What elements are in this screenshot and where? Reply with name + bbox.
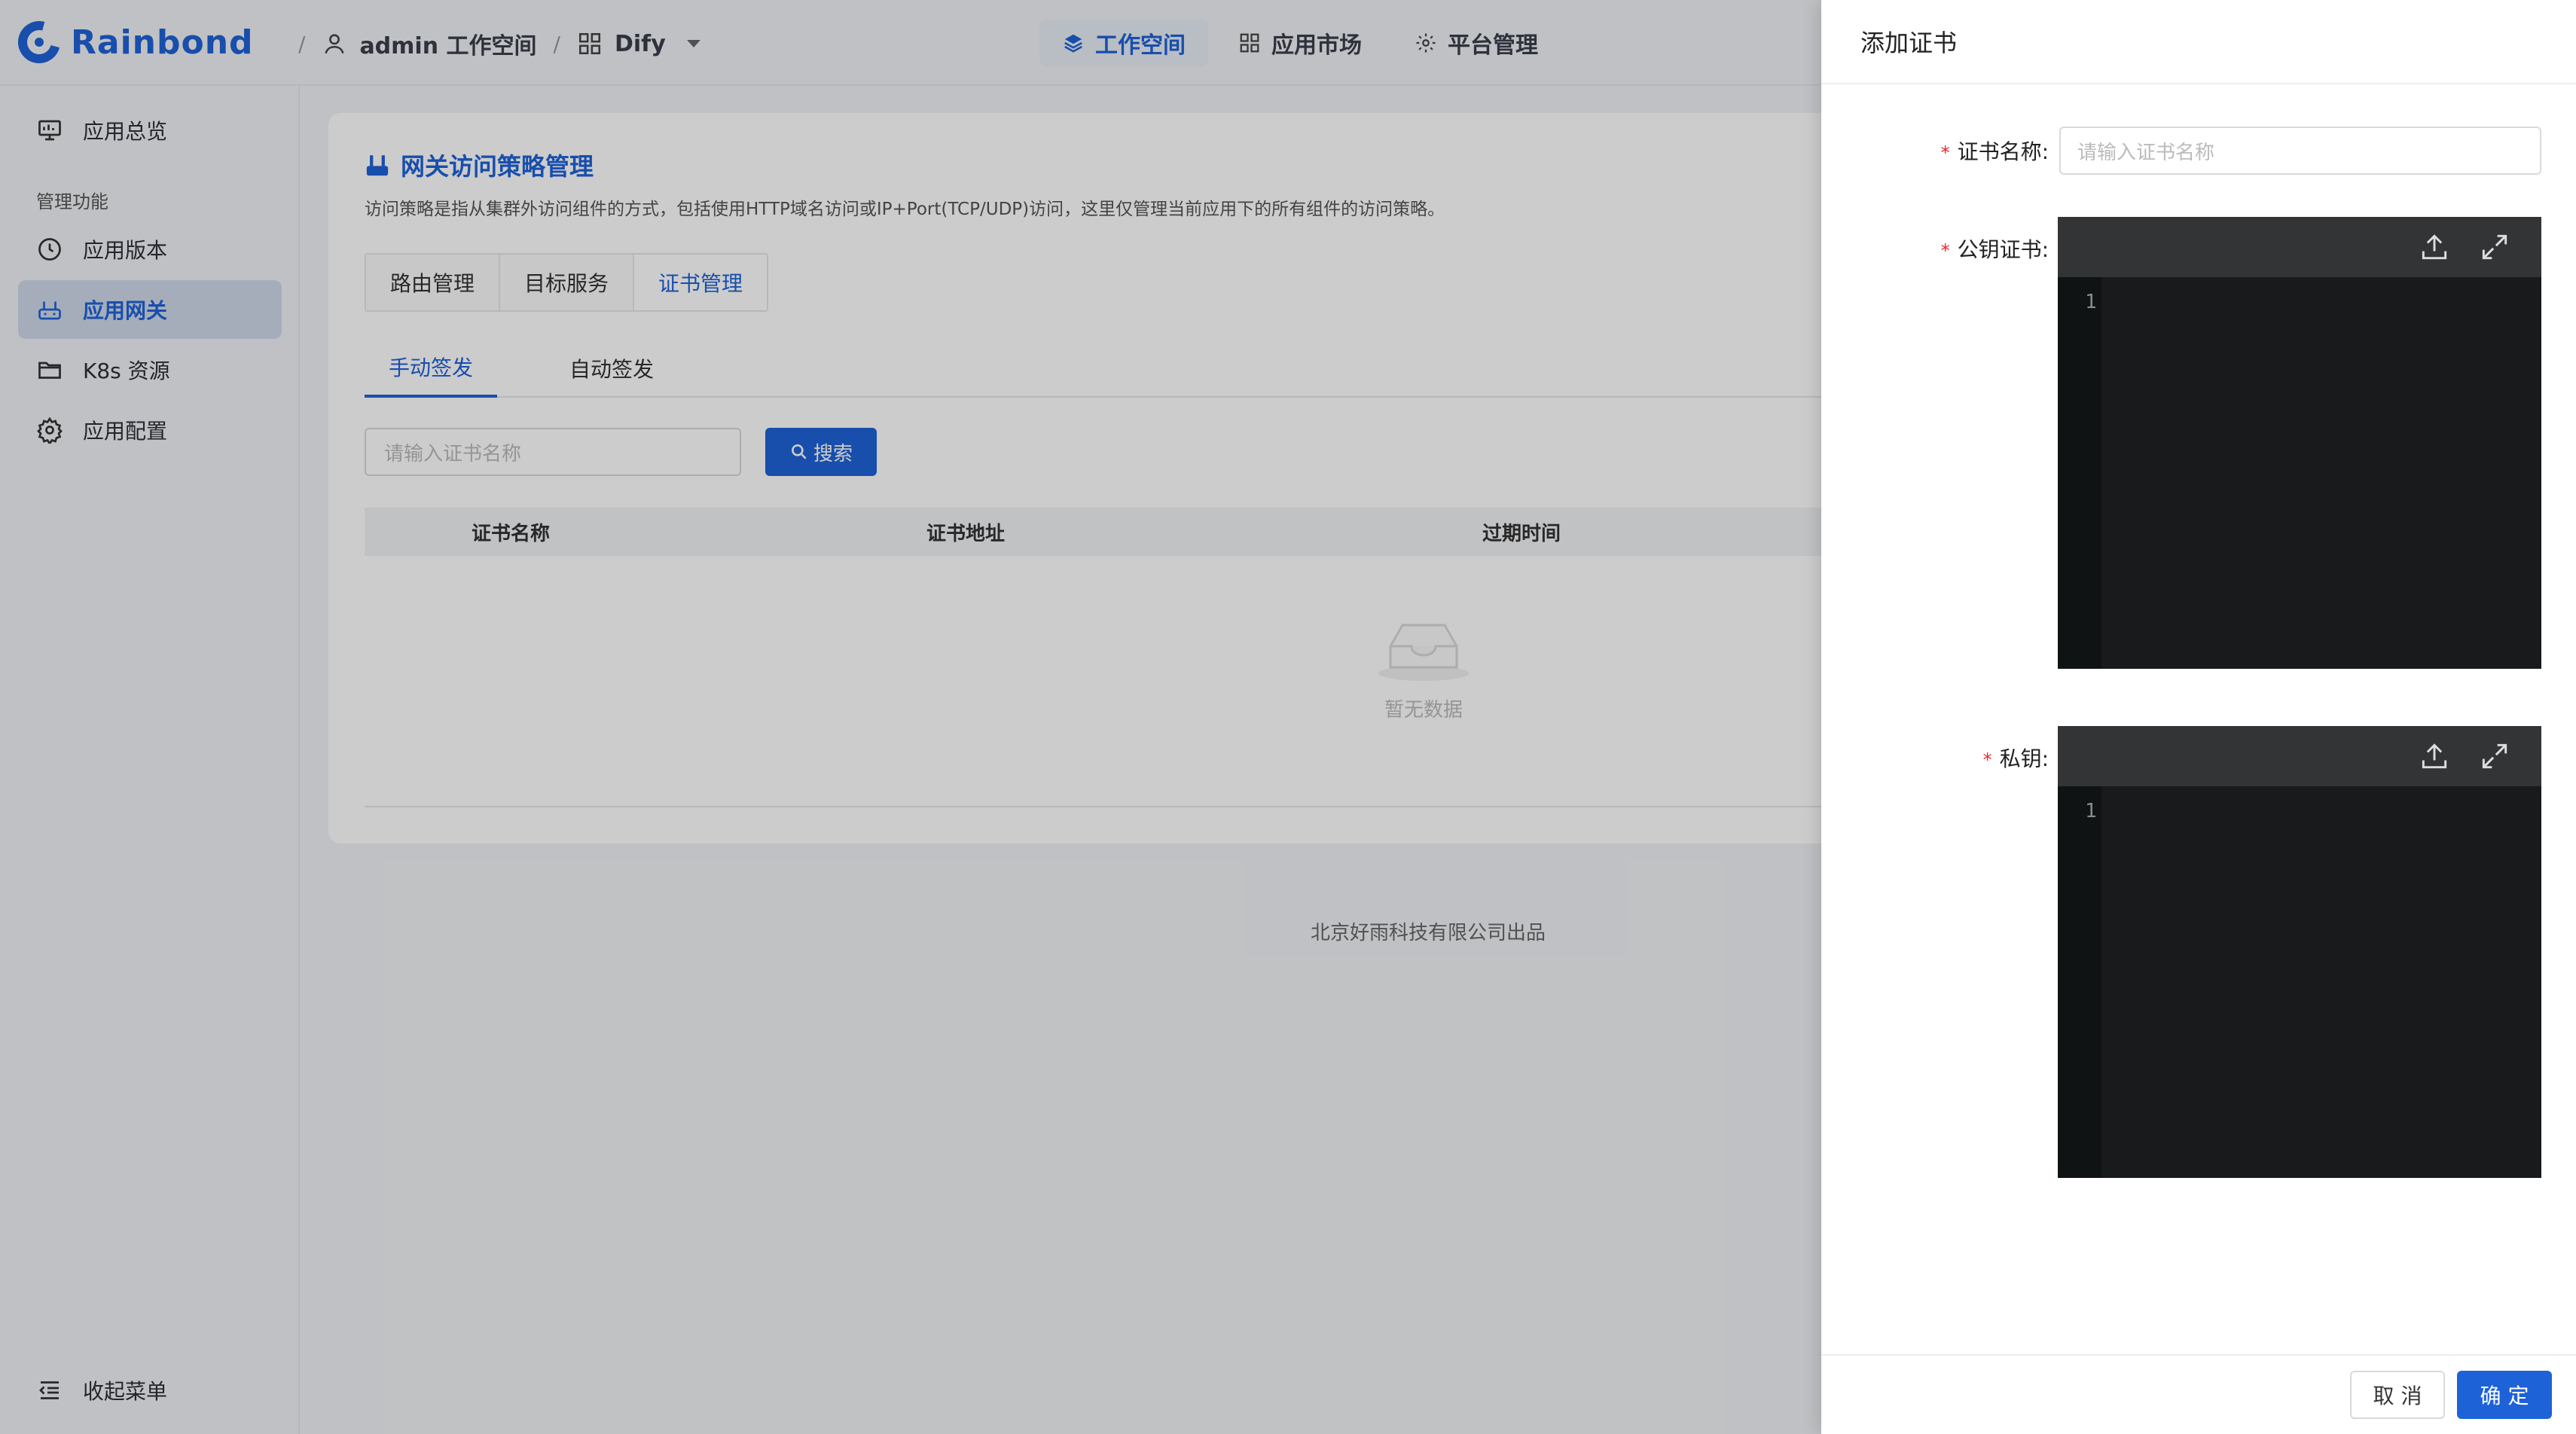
expand-icon[interactable] [2478,230,2511,264]
upload-icon[interactable] [2418,740,2451,773]
private-key-label: * 私钥: [1928,743,2049,773]
confirm-button[interactable]: 确 定 [2457,1371,2552,1419]
required-mark: * [1982,749,1992,770]
upload-icon[interactable] [2418,230,2451,264]
cert-name-label-text: 证书名称: [1957,139,2049,164]
public-cert-label: * 公钥证书: [1928,233,2049,264]
expand-icon[interactable] [2478,740,2511,773]
required-mark: * [1940,240,1950,261]
line-number: 1 [2085,800,2097,822]
cert-name-label: * 证书名称: [1928,136,2049,166]
private-key-editor[interactable]: 1 [2058,726,2541,1178]
editor-gutter [2058,277,2101,669]
editor-toolbar [2058,726,2541,786]
public-cert-label-text: 公钥证书: [1957,237,2049,262]
cancel-button[interactable]: 取 消 [2350,1371,2445,1419]
private-key-label-text: 私钥: [1999,746,2049,771]
drawer-title: 添加证书 [1821,0,2576,84]
cert-name-input[interactable]: 请输入证书名称 [2059,127,2541,175]
public-cert-editor[interactable]: 1 [2058,217,2541,669]
editor-gutter [2058,786,2101,1178]
add-cert-drawer: 添加证书 [1821,0,2576,1434]
editor-toolbar [2058,217,2541,277]
required-mark: * [1940,142,1950,163]
line-number: 1 [2085,291,2097,313]
